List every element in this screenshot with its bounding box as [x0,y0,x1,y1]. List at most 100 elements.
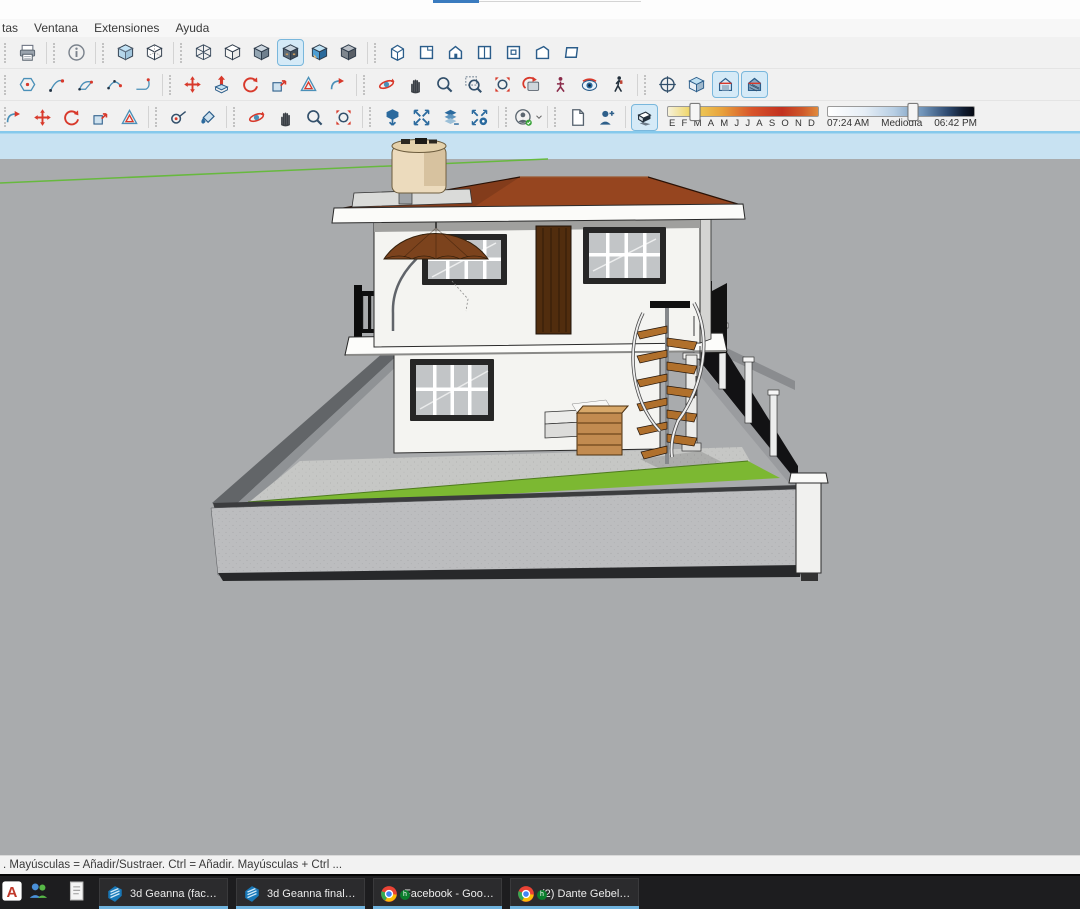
view-left-button[interactable] [529,39,556,66]
style-back-edges-button[interactable] [141,39,168,66]
toolbar-drag-handle[interactable] [644,75,651,95]
add-person-button[interactable] [593,104,620,131]
view-bottom-icon [562,43,581,62]
month-label: S [769,118,775,129]
view-back-button[interactable] [500,39,527,66]
style-hidden-line-button[interactable] [219,39,246,66]
shadow-time-thumb[interactable] [907,103,918,121]
taskbar-sketchup-window[interactable]: 3d Geanna (fachad... [99,878,228,909]
tape-measure-button[interactable] [165,104,192,131]
taskbar-notepad-button[interactable] [57,876,95,909]
toolbar-drag-handle[interactable] [4,43,11,63]
zoom-extents-icon [334,108,353,127]
display-section-planes-button[interactable] [683,71,710,98]
shadow-date-thumb[interactable] [690,103,701,121]
follow-me-button[interactable] [324,71,351,98]
zoom-button[interactable] [431,71,458,98]
pan-button[interactable] [272,104,299,131]
taskbar-autocad-button[interactable]: A [0,876,19,909]
style-shaded-button[interactable] [248,39,275,66]
style-monochrome-button[interactable] [335,39,362,66]
toolbar-drag-handle[interactable] [53,43,60,63]
menu-item-ventana[interactable]: Ventana [26,21,86,35]
section-plane-button[interactable] [654,71,681,98]
offset-button[interactable] [116,104,143,131]
menu-item-tas[interactable]: tas [0,21,26,35]
view-front-button[interactable] [442,39,469,66]
style-shaded-textures-button[interactable] [277,39,304,66]
previous-view-button[interactable] [518,71,545,98]
toolbar-drag-handle[interactable] [374,43,381,63]
view-iso-button[interactable] [384,39,411,66]
toolbar-drag-handle[interactable] [4,75,11,95]
paint-bucket-button[interactable] [194,104,221,131]
style-back-edges-icon [145,43,164,62]
zoom-button[interactable] [301,104,328,131]
rotate-button[interactable] [237,71,264,98]
toolbar-drag-handle[interactable] [233,107,240,127]
previous-view-icon [522,75,541,94]
toolbar-drag-handle[interactable] [180,43,187,63]
scale-button[interactable] [266,71,293,98]
toolbar-drag-handle[interactable] [554,107,561,127]
month-label: M [720,118,728,129]
display-section-cuts-button[interactable] [712,71,739,98]
warehouse-3d-button[interactable] [379,104,406,131]
zoom-extents-button[interactable] [489,71,516,98]
scale-button[interactable] [87,104,114,131]
zoom-window-button[interactable] [460,71,487,98]
share-component-button[interactable] [437,104,464,131]
display-section-fill-button[interactable] [741,71,768,98]
arc-pie-button[interactable] [72,71,99,98]
menu-item-extensiones[interactable]: Extensiones [86,21,167,35]
walk-button[interactable] [605,71,632,98]
shadow-date-track[interactable] [667,106,819,117]
extension-warehouse-button[interactable] [466,104,493,131]
offset-button[interactable] [295,71,322,98]
zoom-extents-button[interactable] [330,104,357,131]
move-button[interactable] [179,71,206,98]
taskbar-chrome-window[interactable]: h(2) Dante Gebel #95... [510,878,639,909]
zoom-icon [305,108,324,127]
style-textured-button[interactable] [306,39,333,66]
menu-item-ayuda[interactable]: Ayuda [167,21,217,35]
toolbar-drag-handle[interactable] [102,43,109,63]
follow-me-button[interactable] [0,104,27,131]
taskbar-chrome-window[interactable]: hFacebook - Google ... [373,878,502,909]
arc-2pt-button[interactable] [43,71,70,98]
move-button[interactable] [29,104,56,131]
pan-button[interactable] [402,71,429,98]
orbit-button[interactable] [243,104,270,131]
model-canvas[interactable] [0,131,1080,855]
view-right-button[interactable] [471,39,498,66]
orbit-button[interactable] [373,71,400,98]
shadow-time-track[interactable] [827,106,975,117]
taskbar-people-button[interactable] [19,876,57,909]
look-around-button[interactable] [576,71,603,98]
style-xray-button[interactable] [112,39,139,66]
toolbar-drag-handle[interactable] [169,75,176,95]
toolbar-drag-handle[interactable] [155,107,162,127]
polygon-tool-button[interactable] [14,71,41,98]
style-wireframe-button[interactable] [190,39,217,66]
zoom-window-icon [464,75,483,94]
position-camera-button[interactable] [547,71,574,98]
zoom-icon [435,75,454,94]
arc-3pt-button[interactable] [101,71,128,98]
push-pull-button[interactable] [208,71,235,98]
taskbar-sketchup-window[interactable]: 3d Geanna final* - ... [236,878,365,909]
printer-button[interactable] [14,39,41,66]
new-document-button[interactable] [564,104,591,131]
share-model-button[interactable] [408,104,435,131]
toolbar-drag-handle[interactable] [363,75,370,95]
model-info-button[interactable] [63,39,90,66]
view-top-button[interactable] [413,39,440,66]
rotate-button[interactable] [58,104,85,131]
freehand-arc-button[interactable] [130,71,157,98]
shadows-toggle-button[interactable] [631,104,658,131]
move-icon [183,75,202,94]
view-bottom-button[interactable] [558,39,585,66]
account-button[interactable] [515,104,542,131]
toolbar-drag-handle[interactable] [505,107,512,127]
toolbar-drag-handle[interactable] [369,107,376,127]
